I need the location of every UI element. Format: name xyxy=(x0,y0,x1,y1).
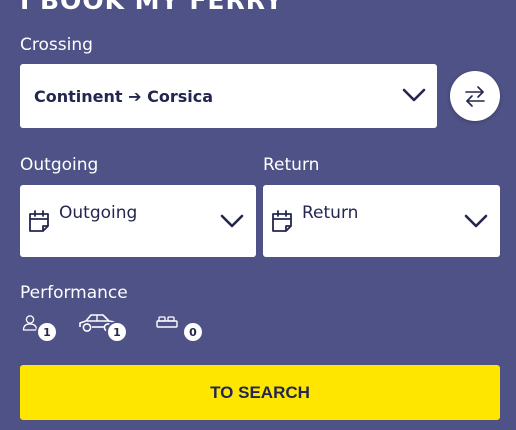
chevron-down-icon xyxy=(464,214,488,228)
return-date-text: Return xyxy=(302,203,359,223)
passengers-selector[interactable]: 1 xyxy=(20,312,60,344)
chevron-down-icon xyxy=(220,214,244,228)
passengers-count-badge: 1 xyxy=(38,323,56,341)
crossing-label: Crossing xyxy=(20,35,93,55)
crossing-select[interactable]: Continent ➔ Corsica xyxy=(20,64,437,128)
person-icon xyxy=(22,315,38,331)
chevron-down-icon xyxy=(402,88,426,102)
outgoing-date-text: Outgoing xyxy=(59,203,138,223)
bed-icon xyxy=(156,316,178,328)
vehicles-selector[interactable]: 1 xyxy=(78,310,130,344)
crossing-value: Continent ➔ Corsica xyxy=(34,86,213,106)
return-date-field[interactable]: Return xyxy=(263,185,500,257)
performance-label: Performance xyxy=(20,283,128,303)
swap-icon xyxy=(465,86,485,107)
swap-direction-button[interactable] xyxy=(450,71,500,121)
calendar-icon xyxy=(272,210,292,232)
return-label: Return xyxy=(263,155,320,175)
outgoing-label: Outgoing xyxy=(20,155,99,175)
page-heading: I BOOK MY FERRY xyxy=(20,0,284,15)
outgoing-date-field[interactable]: Outgoing xyxy=(20,185,256,257)
vehicles-count-badge: 1 xyxy=(108,323,126,341)
cabins-selector[interactable]: 0 xyxy=(155,312,205,344)
calendar-icon xyxy=(29,210,49,232)
cabins-count-badge: 0 xyxy=(184,323,202,341)
search-button[interactable]: TO SEARCH xyxy=(20,365,500,420)
